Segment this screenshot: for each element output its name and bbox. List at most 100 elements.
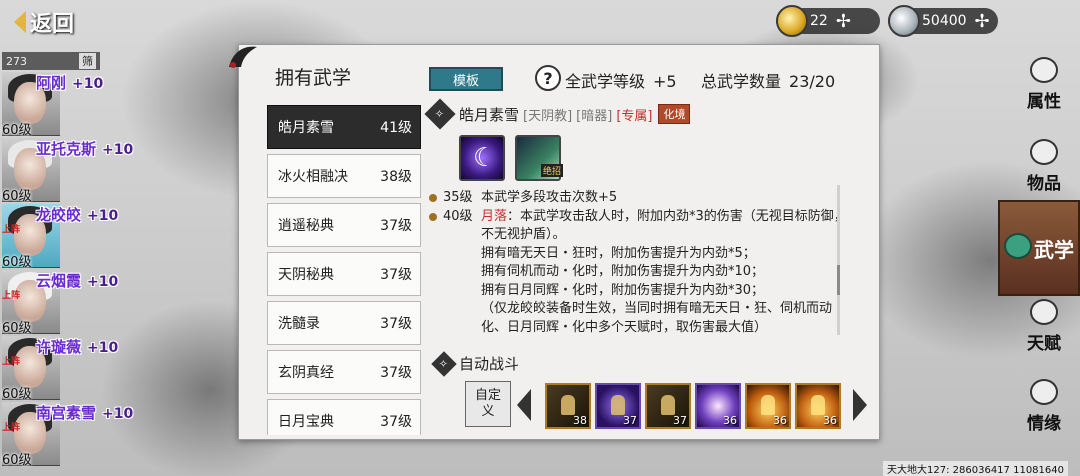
skill-item[interactable]: 逍遥秘典 37级	[267, 203, 421, 247]
tab-attributes[interactable]: 属性	[1008, 48, 1080, 120]
tab-martial-arts[interactable]: 武学	[998, 200, 1080, 296]
brush-stroke-icon	[229, 46, 257, 68]
back-button[interactable]: 返回	[6, 4, 86, 40]
scrollbar-thumb[interactable]	[837, 265, 840, 295]
ultimate-badge: 绝招	[540, 164, 563, 177]
custom-button[interactable]: 自定义	[465, 381, 511, 427]
detail-skill-name: 皓月素雪	[459, 105, 520, 124]
back-label: 返回	[30, 12, 75, 37]
skill-icons: 绝招	[459, 135, 849, 181]
skill-name: 皓月素雪	[278, 120, 334, 136]
member-level: 60级	[2, 387, 32, 402]
member-bonus: +10	[72, 76, 104, 92]
member-bonus: +10	[87, 208, 119, 224]
party-member[interactable]: 上阵 云烟霞 +10 60级	[0, 270, 140, 336]
skill-name: 冰火相融决	[278, 169, 348, 185]
tab-label: 武学	[1034, 237, 1074, 262]
skill-item[interactable]: 玄阴真经 37级	[267, 350, 421, 394]
stat-value: +5	[653, 72, 677, 91]
combat-slot-list: 38 37 37 36 36 36	[545, 383, 841, 429]
skill-item[interactable]: 日月宝典 37级	[267, 399, 421, 435]
skill-item[interactable]: 冰火相融决 38级	[267, 154, 421, 198]
help-icon[interactable]: ?	[535, 65, 561, 91]
slot-level: 37	[673, 414, 687, 427]
tab-items[interactable]: 物品	[1008, 130, 1080, 202]
member-bonus: +10	[102, 142, 134, 158]
member-bonus: +10	[87, 274, 119, 290]
party-member[interactable]: 上阵 许璇薇 +10 60级	[0, 336, 140, 402]
effect-extra-line: 拥有暗无天日・狂时，附加伤害提升为内劲*5；	[481, 245, 756, 261]
auto-battle-header: ✧ 自动战斗	[431, 350, 520, 377]
peach-icon	[1030, 56, 1058, 83]
skill-level: 37级	[380, 365, 412, 381]
member-level: 60级	[2, 123, 32, 138]
weapon-tag: [暗器]	[576, 108, 613, 124]
chevron-right-icon[interactable]	[853, 389, 867, 421]
skill-name: 逍遥秘典	[278, 218, 334, 234]
combat-skill-slot[interactable]: 36	[795, 383, 841, 429]
member-deployed-tag: 上阵	[2, 291, 21, 301]
add-silver-icon[interactable]: ✢	[975, 11, 990, 32]
slot-level: 38	[573, 414, 587, 427]
silver-amount: 50400	[922, 13, 967, 29]
skill-level: 37级	[380, 218, 412, 234]
member-name: 阿刚	[36, 74, 67, 92]
total-skill-count-stat: 总武学数量 23/20	[701, 68, 835, 92]
party-count-bar: 273 筛	[2, 52, 100, 70]
slot-level: 36	[723, 414, 737, 427]
member-deployed-tag: 上阵	[2, 423, 21, 433]
effect-text: ：本武学攻击敌人时，附加内劲*3的伤害（无视目标防御，不无视护盾）。	[481, 208, 847, 243]
member-bonus: +10	[87, 340, 119, 356]
auto-battle-title: 自动战斗	[459, 355, 520, 373]
add-gold-icon[interactable]: ✢	[836, 11, 851, 32]
tab-label: 属性	[1027, 91, 1061, 112]
panel-title: 拥有武学	[275, 67, 352, 89]
effect-row: 40级 月落：本武学攻击敌人时，附加内劲*3的伤害（无视目标防御，不无视护盾）。	[429, 208, 849, 245]
party-member[interactable]: 亚托克斯 +10 60级	[0, 138, 140, 204]
effect-extra-line: 拥有伺机而动・化时，附加伤害提升为内劲*10；	[481, 264, 765, 279]
skill-item-selected[interactable]: 皓月素雪 41级	[267, 105, 421, 149]
heart-icon	[1030, 378, 1058, 405]
moon-skill-icon[interactable]	[459, 135, 505, 181]
slot-level: 36	[773, 414, 787, 427]
party-member[interactable]: 阿刚 +10 60级	[0, 72, 140, 138]
diamond-icon: ✧	[431, 350, 457, 377]
detail-scrollbar[interactable]	[837, 185, 840, 335]
stat-value: 23/20	[789, 72, 836, 91]
party-member[interactable]: 上阵 南宫素雪 +10 60级	[0, 402, 140, 468]
tab-relationships[interactable]: 情缘	[1008, 370, 1080, 442]
filter-button[interactable]: 筛	[79, 53, 96, 69]
template-button[interactable]: 模板	[429, 67, 503, 91]
moon-bullet-icon	[429, 212, 437, 221]
skill-item[interactable]: 洗髓录 37级	[267, 301, 421, 345]
gift-box-icon	[1030, 138, 1058, 165]
effect-level: 35级	[443, 190, 473, 205]
combat-skill-slot[interactable]: 36	[745, 383, 791, 429]
gold-ingot-icon	[776, 5, 808, 37]
skill-level: 37级	[380, 414, 412, 430]
skill-level: 38级	[380, 169, 412, 185]
member-name: 亚托克斯	[36, 140, 97, 158]
effect-highlight: 月落	[481, 208, 508, 224]
server-coords: 天大地大127: 286036417 11081640	[883, 461, 1068, 476]
sect-tag: [天阴教]	[523, 108, 573, 124]
skill-name: 天阴秘典	[278, 267, 334, 283]
effect-extra-line: （仅龙皎皎装备时生效，当同时拥有暗无天日・狂、伺机而动・化、日月同辉・化中多个天…	[481, 301, 846, 335]
combat-skill-slot[interactable]: 36	[695, 383, 741, 429]
skill-level: 37级	[380, 267, 412, 283]
tab-talents[interactable]: 天赋	[1008, 290, 1080, 362]
chevron-left-icon[interactable]	[517, 389, 531, 421]
combat-skill-slot[interactable]: 38	[545, 383, 591, 429]
silver-currency: 50400 ✢	[888, 5, 998, 37]
member-level: 60级	[2, 321, 32, 336]
combat-skill-slot[interactable]: 37	[595, 383, 641, 429]
effect-text: 本武学多段攻击次数+5	[481, 190, 618, 205]
member-level: 60级	[2, 255, 32, 270]
skill-detail-header: ✧ 皓月素雪 [天阴教] [暗器] [专属] 化境	[424, 98, 849, 130]
party-member-selected[interactable]: 上阵 龙皎皎 +10 60级	[0, 204, 140, 270]
skill-item[interactable]: 天阴秘典 37级	[267, 252, 421, 296]
combat-skill-slot[interactable]: 37	[645, 383, 691, 429]
member-name: 南宫素雪	[36, 404, 97, 422]
skill-name: 玄阴真经	[278, 365, 334, 381]
dagger-ultimate-icon[interactable]: 绝招	[515, 135, 563, 181]
